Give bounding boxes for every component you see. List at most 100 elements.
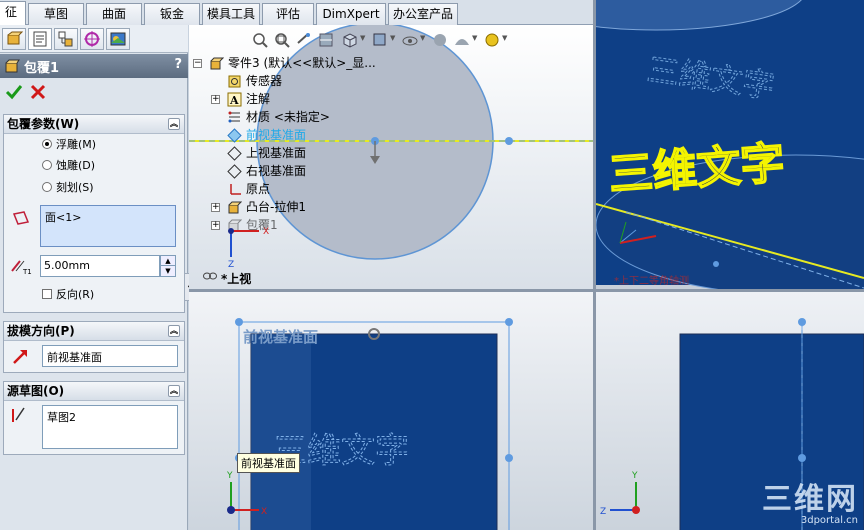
tab-features[interactable]: 征 [0, 1, 26, 25]
viewport-isometric[interactable]: 三维文字 三维文字 *上下二等角轴测 [596, 0, 864, 289]
face-selection-icon [12, 211, 30, 225]
svg-text:T1: T1 [22, 268, 32, 275]
edit-appearance-icon[interactable] [431, 31, 449, 49]
svg-text:Z: Z [600, 507, 606, 517]
extrude-icon [228, 201, 242, 214]
checkmark-icon [5, 85, 23, 100]
property-manager-panel: 包覆1 ? 包覆参数(W) ︽ 浮雕(M) 蚀雕(D) 刻划(S) 面<1> T… [0, 25, 194, 530]
display-style-icon[interactable] [371, 31, 389, 49]
section-view-icon[interactable] [317, 31, 335, 49]
help-button[interactable]: ? [174, 57, 182, 72]
expand-icon[interactable]: + [211, 95, 220, 104]
radio-button[interactable] [42, 160, 52, 170]
view-settings-icon[interactable] [483, 31, 501, 49]
collapse-icon[interactable]: ︽ [168, 118, 180, 130]
chevron-down-icon[interactable]: ▼ [390, 34, 395, 42]
source-sketch-group: 源草图(O) ︽ 草图2 [3, 381, 185, 455]
selected-face: 面<1> [45, 211, 82, 224]
tab-sketch[interactable]: 草图 [28, 3, 84, 25]
collapse-icon[interactable]: ︽ [168, 385, 180, 397]
pull-direction-field[interactable]: 前视基准面 [42, 345, 178, 367]
wrap-parameters-group: 包覆参数(W) ︽ 浮雕(M) 蚀雕(D) 刻划(S) 面<1> T1 5.00… [3, 114, 185, 313]
dimxpert-manager-tab[interactable] [80, 28, 104, 50]
tab-mold-tools[interactable]: 模具工具 [202, 3, 260, 25]
emboss-option[interactable]: 浮雕(M) [42, 137, 96, 153]
face-selection-box[interactable]: 面<1> [40, 205, 176, 247]
property-manager-title-bar: 包覆1 ? [0, 54, 188, 78]
thickness-input[interactable]: 5.00mm [40, 255, 160, 277]
view-name-label: *上视 [221, 272, 252, 286]
viewport-top[interactable]: ▼ ▼ ▼ ▼ ▼ − 零件3 (默认<<默认>_显... 传感器 + A 注解… [189, 25, 593, 289]
viewport-front[interactable]: 三维文字 X Y 前视基准面 前视基准面 [189, 292, 593, 530]
reverse-direction-checkbox[interactable]: 反向(R) [42, 287, 94, 303]
svg-text:X: X [263, 227, 269, 237]
source-sketch-field[interactable]: 草图2 [42, 405, 178, 449]
pull-direction-header[interactable]: 拔模方向(P) ︽ [4, 322, 184, 341]
feature-manager-tab[interactable] [2, 28, 26, 50]
tooltip: 前视基准面 [237, 453, 300, 473]
viewport-splitter-vertical[interactable] [593, 0, 596, 530]
display-manager-tab[interactable] [106, 28, 130, 50]
plane-icon [227, 128, 242, 143]
property-manager-icon [33, 31, 47, 47]
thickness-icon: T1 [11, 260, 32, 275]
sketch-icon [12, 407, 25, 422]
view-orientation-icon[interactable] [341, 31, 359, 49]
property-manager-tab[interactable] [28, 28, 52, 50]
tab-dimxpert[interactable]: DimXpert [316, 3, 386, 25]
viewport-splitter-horizontal[interactable] [189, 289, 864, 292]
zoom-to-area-icon[interactable] [273, 31, 291, 49]
chevron-down-icon[interactable]: ▼ [472, 34, 477, 42]
close-icon [30, 84, 46, 100]
plane-icon [227, 164, 242, 179]
view-link-icon [203, 272, 217, 280]
ok-button[interactable] [4, 82, 24, 102]
radio-button[interactable] [42, 139, 52, 149]
viewport-right[interactable]: Z Y 三维网 3dportal.cn [596, 292, 864, 530]
thickness-spinner[interactable]: ▲ ▼ [160, 255, 176, 277]
zoom-to-fit-icon[interactable] [251, 31, 269, 49]
expand-icon[interactable]: − [193, 59, 202, 68]
configuration-manager-tab[interactable] [54, 28, 78, 50]
pull-direction-group: 拔模方向(P) ︽ 前视基准面 [3, 321, 185, 373]
svg-text:Y: Y [631, 471, 638, 481]
spin-up-icon[interactable]: ▲ [161, 256, 175, 266]
source-sketch-header[interactable]: 源草图(O) ︽ [4, 382, 184, 401]
configuration-manager-icon [58, 31, 73, 47]
property-manager-title: 包覆1 [24, 61, 60, 76]
chevron-down-icon[interactable]: ▼ [420, 34, 425, 42]
isometric-part-geometry: 三维文字 三维文字 [596, 0, 864, 289]
tab-sheet-metal[interactable]: 钣金 [144, 3, 200, 25]
scribe-option[interactable]: 刻划(S) [42, 180, 94, 196]
cancel-button[interactable] [28, 82, 48, 102]
collapse-icon[interactable]: ︽ [168, 325, 180, 337]
watermark-logo: 三维网 3dportal.cn [762, 482, 858, 527]
tab-office-products[interactable]: 办公室产品 [388, 3, 458, 25]
svg-text:X: X [261, 507, 267, 517]
svg-text:A: A [229, 94, 239, 107]
material-icon [228, 111, 240, 123]
hide-show-items-icon[interactable] [401, 31, 419, 49]
svg-text:Z: Z [228, 260, 234, 270]
spin-down-icon[interactable]: ▼ [161, 266, 175, 276]
expand-icon[interactable]: + [211, 203, 220, 212]
axis-triad: X Z [228, 227, 269, 270]
plane-icon [227, 146, 242, 161]
chevron-down-icon[interactable]: ▼ [502, 34, 507, 42]
previous-view-icon[interactable] [295, 31, 313, 49]
origin-icon [230, 184, 241, 195]
tab-evaluate[interactable]: 评估 [262, 3, 314, 25]
checkbox[interactable] [42, 289, 52, 299]
deboss-option[interactable]: 蚀雕(D) [42, 158, 95, 174]
part-icon [210, 57, 224, 70]
sensor-icon [228, 75, 241, 88]
radio-button[interactable] [42, 182, 52, 192]
tab-surfaces[interactable]: 曲面 [86, 3, 142, 25]
direction-arrow-icon [13, 350, 27, 364]
wrap-parameters-header[interactable]: 包覆参数(W) ︽ [4, 115, 184, 134]
apply-scene-icon[interactable] [453, 31, 471, 49]
wrap-feature-icon [5, 59, 20, 73]
chevron-down-icon[interactable]: ▼ [360, 34, 365, 42]
dimxpert-manager-icon [84, 31, 100, 47]
display-manager-icon [110, 32, 126, 46]
